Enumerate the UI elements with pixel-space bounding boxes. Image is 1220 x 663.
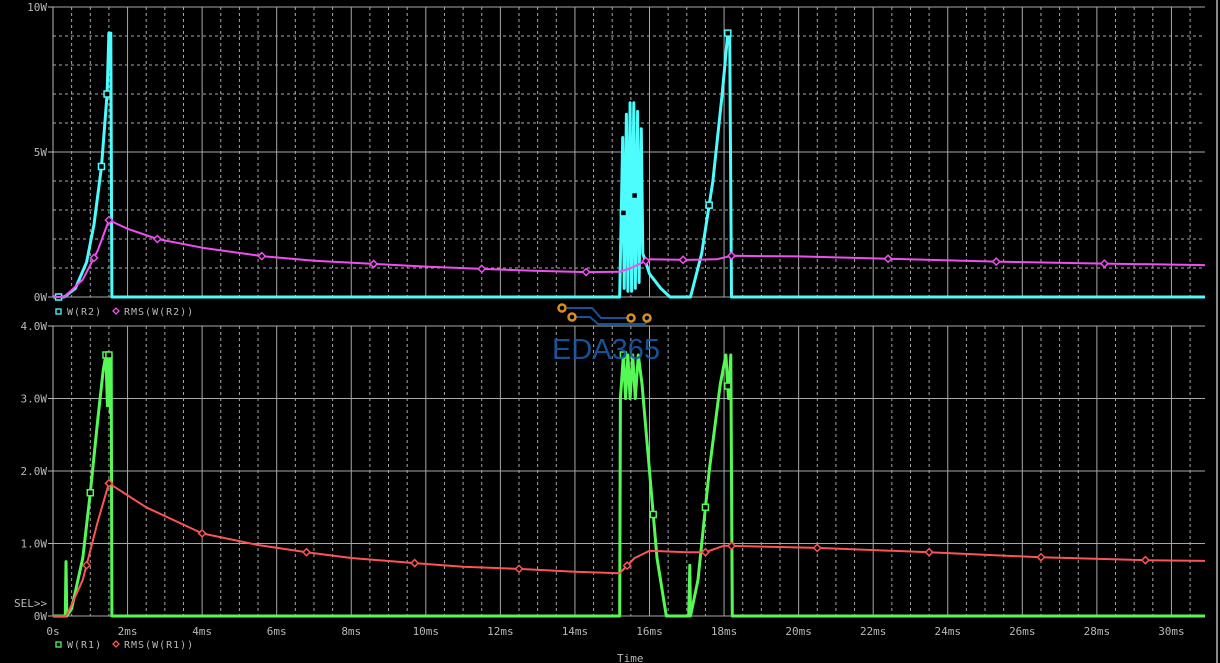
x-tick-label: 20ms	[785, 625, 812, 638]
data-point-marker	[89, 253, 99, 263]
legend-diamond-icon	[112, 640, 120, 648]
x-tick-label: 2ms	[118, 625, 138, 638]
data-point-marker	[700, 547, 710, 557]
legend-diamond-icon	[112, 307, 120, 315]
x-tick-label: 28ms	[1084, 625, 1111, 638]
plot-top: 10W 5W 0W W(R2) RMS(W(R2))	[27, 1, 1206, 318]
data-point-marker	[701, 503, 710, 511]
data-point-marker	[477, 264, 487, 274]
data-point-marker	[86, 489, 95, 497]
y-tick-label: 3.0W	[21, 393, 48, 406]
legend-square-icon	[55, 641, 62, 648]
x-tick-label: 22ms	[860, 625, 887, 638]
data-point-marker	[1140, 555, 1150, 565]
data-point-marker	[1036, 552, 1046, 562]
data-point-marker	[301, 547, 312, 557]
data-point-marker	[257, 251, 267, 261]
series-w-r2	[53, 31, 1205, 299]
data-point-marker	[369, 259, 379, 269]
y-tick-label: 0W	[34, 610, 48, 623]
y-tick-label: 0W	[34, 291, 48, 304]
y-tick-label: 1.0W	[21, 538, 48, 551]
x-tick-label: 4ms	[192, 625, 212, 638]
x-tick-label: 30ms	[1158, 625, 1185, 638]
y-tick-label: 4.0W	[21, 320, 48, 333]
x-tick-label: 14ms	[562, 625, 589, 638]
data-point-marker	[726, 251, 737, 261]
legend-entry-label: RMS(W(R1))	[124, 640, 194, 651]
data-point-marker	[514, 564, 524, 574]
data-point-marker	[152, 234, 162, 244]
y-tick-label: 10W	[27, 1, 47, 14]
x-tick-label: 12ms	[487, 625, 514, 638]
data-point-marker	[1099, 259, 1109, 269]
data-point-marker	[678, 255, 688, 265]
x-tick-label: 8ms	[341, 625, 361, 638]
data-point-marker	[97, 162, 106, 171]
data-point-marker	[619, 209, 628, 217]
x-tick-label: 24ms	[935, 625, 962, 638]
x-tick-label: 0s	[46, 625, 59, 638]
data-point-marker	[103, 90, 111, 98]
data-point-marker	[410, 558, 420, 568]
series-rms-w-r1	[53, 482, 1206, 617]
data-point-marker	[724, 29, 732, 37]
data-point-marker	[197, 528, 207, 538]
y-tick-label: 2.0W	[21, 465, 48, 478]
y-tick-label: 5W	[34, 146, 48, 159]
legend-entry-label: W(R2)	[67, 307, 102, 318]
x-axis-title: Time	[617, 652, 644, 663]
legend-entry-label: W(R1)	[67, 640, 102, 651]
data-point-marker	[105, 351, 113, 359]
x-tick-label: 6ms	[267, 625, 287, 638]
sel-marker-label: SEL>>	[14, 597, 47, 610]
data-point-marker	[581, 267, 591, 277]
data-point-marker	[705, 201, 713, 209]
series-w-r1	[53, 353, 1205, 618]
data-point-marker	[812, 543, 822, 553]
data-point-marker	[630, 191, 639, 200]
waveform-chart: 10W 5W 0W W(R2) RMS(W(R2)) 4.0W 3.0W 2.0W 1.0W 0W…	[14, 0, 1218, 663]
svg-text:EDA365: EDA365	[552, 334, 660, 366]
x-tick-label: 16ms	[636, 625, 663, 638]
data-point-marker	[81, 560, 92, 570]
data-point-marker	[724, 382, 732, 390]
x-tick-label: 18ms	[711, 625, 738, 638]
data-point-marker	[883, 254, 893, 264]
eda365-watermark: EDA365	[552, 303, 660, 366]
data-point-marker	[649, 510, 657, 519]
x-tick-label: 26ms	[1009, 625, 1036, 638]
plot-bottom: 4.0W 3.0W 2.0W 1.0W 0W 0s 2ms 4ms 6ms 8ms 10ms 12ms…	[21, 320, 1206, 651]
data-point-marker	[924, 547, 934, 557]
legend-entry-label: RMS(W(R2))	[124, 307, 194, 318]
x-tick-label: 10ms	[413, 625, 440, 638]
legend-square-icon	[55, 308, 62, 315]
data-point-marker	[991, 257, 1001, 267]
